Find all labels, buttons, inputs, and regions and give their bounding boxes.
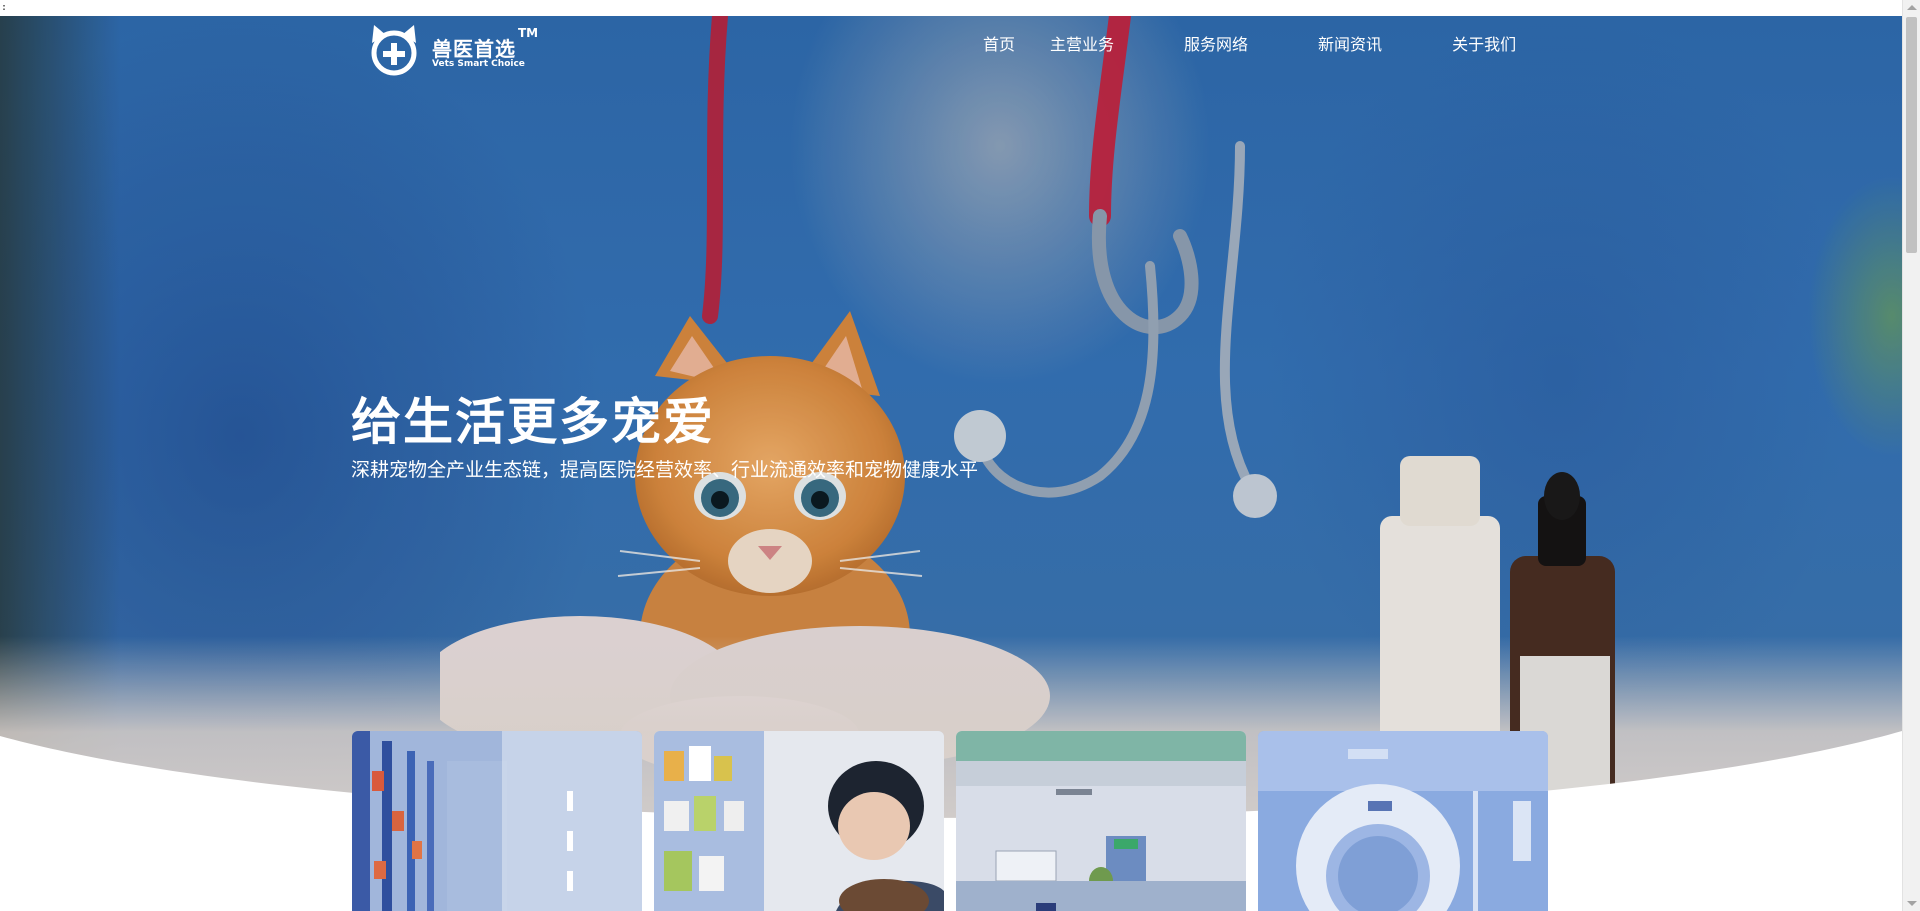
page: : 兽医首选 TM Vets Smart Choice 首页 主营业务 服务网络… xyxy=(0,0,1920,911)
brand-subtitle: Vets Smart Choice xyxy=(432,59,525,69)
brand-logo[interactable]: 兽医首选 TM Vets Smart Choice xyxy=(366,21,546,77)
page-scrollbar[interactable] xyxy=(1902,0,1920,911)
card-hospital[interactable] xyxy=(956,731,1246,911)
corner-mark: : xyxy=(1,2,8,13)
site-header: 兽医首选 TM Vets Smart Choice 首页 主营业务 服务网络 新… xyxy=(0,16,1902,80)
nav-item-news[interactable]: 新闻资讯 xyxy=(1318,31,1382,55)
nav-item-about[interactable]: 关于我们 xyxy=(1452,31,1516,55)
card-warehouse[interactable] xyxy=(352,731,642,911)
trademark-mark: TM xyxy=(518,26,539,40)
pet-store-image xyxy=(654,731,944,911)
scroll-up-icon[interactable] xyxy=(1907,5,1917,10)
scrollbar-thumb[interactable] xyxy=(1906,17,1917,253)
nav-item-home[interactable]: 首页 xyxy=(983,31,1015,55)
hospital-hallway-image xyxy=(956,731,1246,911)
brand-name: 兽医首选 xyxy=(432,37,516,61)
card-diagnostic[interactable] xyxy=(1258,731,1548,911)
nav-item-service-network[interactable]: 服务网络 xyxy=(1184,31,1248,55)
main-nav: 首页 主营业务 服务网络 新闻资讯 关于我们 xyxy=(983,28,1516,58)
business-cards xyxy=(352,731,1550,911)
cat-cross-logo-icon xyxy=(371,25,417,76)
nav-item-business[interactable]: 主营业务 xyxy=(1050,31,1114,55)
top-strip xyxy=(0,0,1920,16)
hero-title: 给生活更多宠爱 xyxy=(351,393,715,451)
ct-scanner-image xyxy=(1258,731,1548,911)
hero-subtitle: 深耕宠物全产业生态链，提高医院经营效率、行业流通效率和宠物健康水平 xyxy=(351,459,979,481)
warehouse-shelves-image xyxy=(352,731,642,911)
scroll-down-icon[interactable] xyxy=(1907,901,1917,906)
card-pet-store[interactable] xyxy=(654,731,944,911)
